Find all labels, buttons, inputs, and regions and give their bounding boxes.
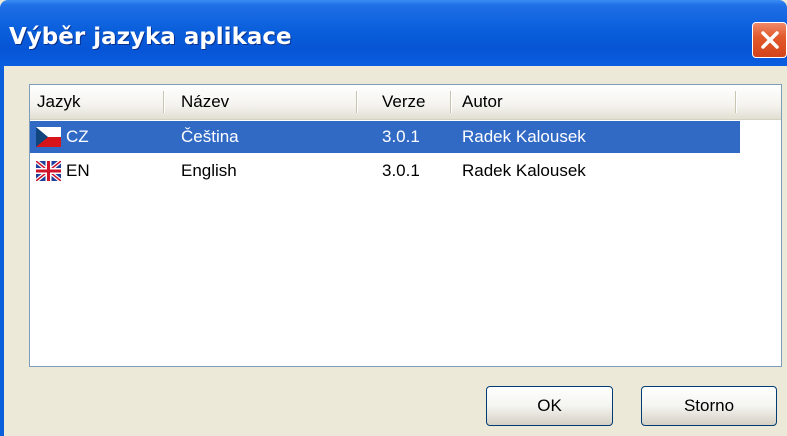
czech-flag-icon bbox=[36, 127, 61, 147]
column-header-nazev[interactable]: Název bbox=[181, 85, 229, 119]
title-bar[interactable]: Výběr jazyka aplikace bbox=[0, 0, 787, 66]
column-header-verze[interactable]: Verze bbox=[382, 85, 425, 119]
ok-button[interactable]: OK bbox=[486, 386, 613, 426]
close-icon bbox=[761, 31, 779, 49]
row-author: Radek Kalousek bbox=[462, 161, 586, 180]
column-header-jazyk[interactable]: Jazyk bbox=[37, 85, 80, 119]
row-version: 3.0.1 bbox=[382, 127, 420, 146]
column-divider[interactable] bbox=[735, 91, 737, 113]
window-title: Výběr jazyka aplikace bbox=[9, 24, 292, 50]
row-language-name: Čeština bbox=[181, 127, 239, 146]
column-divider[interactable] bbox=[163, 91, 165, 113]
list-header: Jazyk Název Verze Autor bbox=[30, 85, 781, 120]
column-header-autor[interactable]: Autor bbox=[462, 85, 503, 119]
column-divider[interactable] bbox=[450, 91, 452, 113]
column-divider[interactable] bbox=[356, 91, 358, 113]
row-language-name: English bbox=[181, 161, 237, 180]
list-row-en[interactable]: EN English 3.0.1 Radek Kalousek bbox=[30, 155, 740, 187]
row-author: Radek Kalousek bbox=[462, 127, 586, 146]
cancel-button[interactable]: Storno bbox=[641, 386, 777, 426]
list-row-cz[interactable]: CZ Čeština 3.0.1 Radek Kalousek bbox=[30, 121, 740, 153]
window-frame bbox=[0, 66, 4, 436]
uk-flag-icon bbox=[36, 161, 61, 181]
language-list[interactable]: Jazyk Název Verze Autor CZ Čeština 3.0.1… bbox=[29, 84, 782, 367]
row-version: 3.0.1 bbox=[382, 161, 420, 180]
close-button[interactable] bbox=[752, 22, 787, 58]
language-dialog: Výběr jazyka aplikace Jazyk Název Verze … bbox=[0, 0, 787, 436]
row-language-code: EN bbox=[66, 161, 90, 180]
row-language-code: CZ bbox=[66, 127, 89, 146]
